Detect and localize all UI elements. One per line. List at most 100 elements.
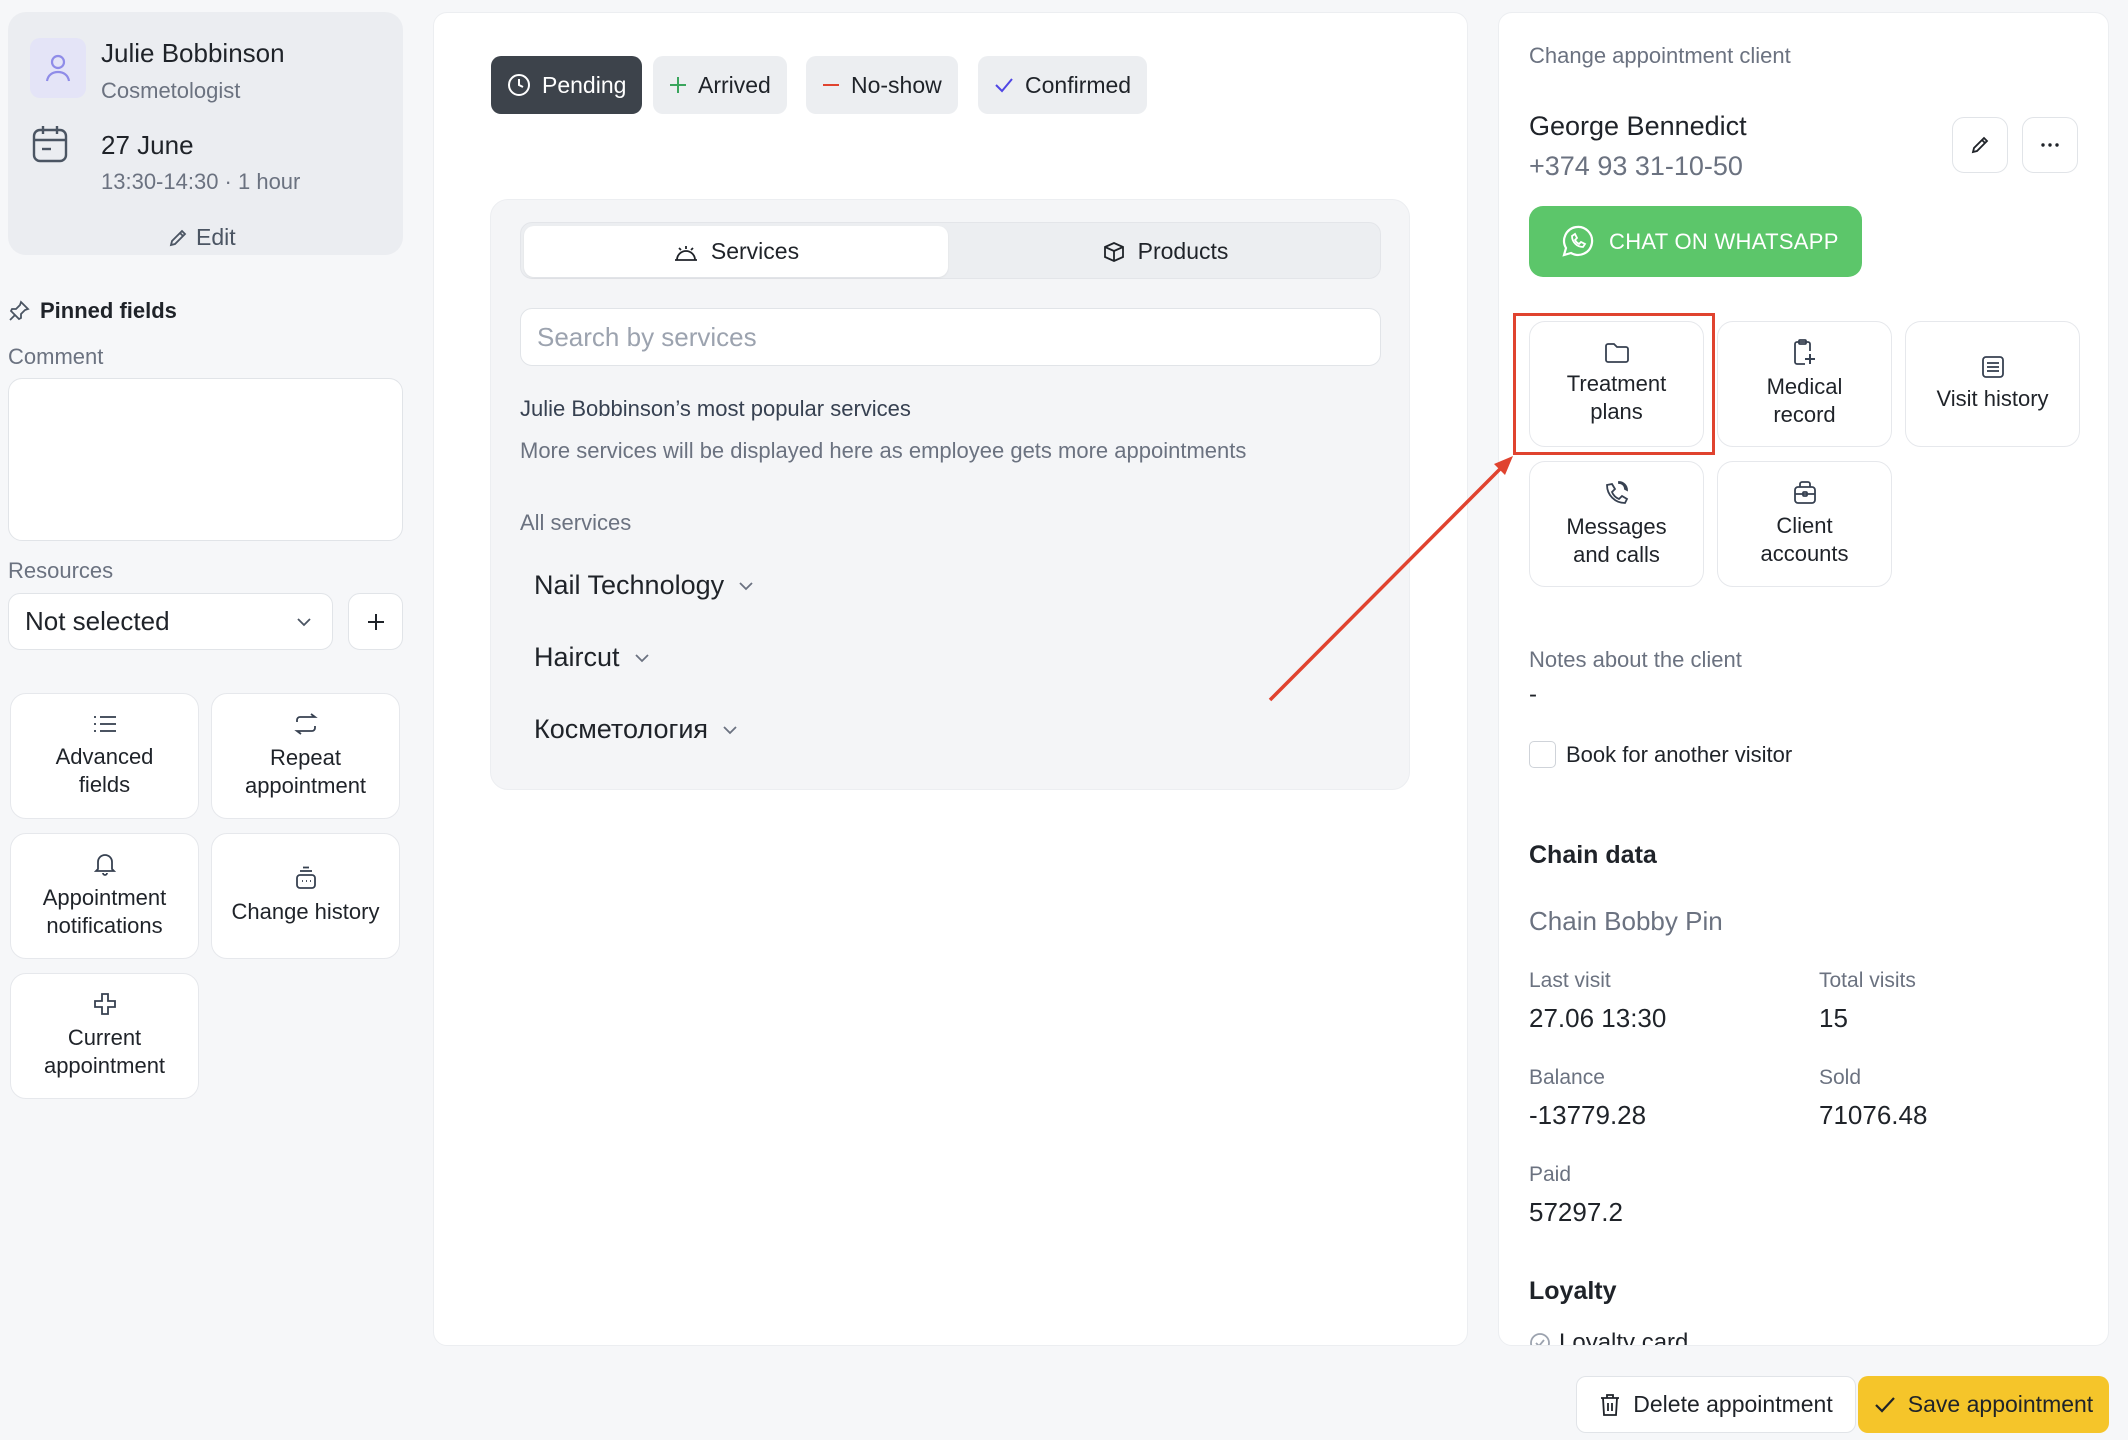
balance-value: -13779.28 xyxy=(1529,1100,1647,1130)
check-icon xyxy=(1874,1396,1896,1414)
book-for-another-visitor-label: Book for another visitor xyxy=(1566,741,1793,767)
notes-about-client-label: Notes about the client xyxy=(1529,647,1742,672)
category-nail-technology[interactable]: Nail Technology xyxy=(534,570,754,601)
calendar-icon xyxy=(31,124,69,164)
pin-icon xyxy=(8,300,30,322)
appointment-date: 27 June xyxy=(101,130,194,160)
tab-services[interactable]: Services xyxy=(524,226,948,277)
loyalty-card-row[interactable]: Loyalty card xyxy=(1529,1329,1689,1346)
trash-icon xyxy=(1599,1393,1621,1417)
status-arrived-label: Arrived xyxy=(698,71,771,98)
visit-history-tile[interactable]: Visit history xyxy=(1905,321,2080,447)
balance-label: Balance xyxy=(1529,1066,1605,1089)
notes-about-client-value: - xyxy=(1529,681,1537,708)
phone-message-icon xyxy=(1603,479,1631,507)
more-options-button[interactable] xyxy=(2022,117,2078,173)
medical-record-icon xyxy=(1792,339,1818,367)
check-circle-icon xyxy=(1529,1332,1551,1345)
reception-bell-icon xyxy=(673,240,699,264)
employee-card: Julie Bobbinson Cosmetologist 27 June 13… xyxy=(8,12,403,255)
visit-history-icon xyxy=(1980,355,2006,379)
tab-products[interactable]: Products xyxy=(953,226,1377,277)
pinned-fields-title: Pinned fields xyxy=(40,298,177,323)
save-appointment-button[interactable]: Save appointment xyxy=(1858,1376,2109,1433)
status-confirmed-label: Confirmed xyxy=(1025,71,1132,98)
resources-label: Resources xyxy=(8,558,114,583)
messages-and-calls-label: Messages and calls xyxy=(1566,514,1667,567)
whatsapp-icon xyxy=(1559,224,1595,260)
loyalty-title: Loyalty xyxy=(1529,1277,1617,1305)
loyalty-card-label: Loyalty card xyxy=(1559,1329,1689,1346)
search-services-input[interactable]: Search by services xyxy=(520,308,1381,366)
clock-icon xyxy=(507,73,531,97)
repeat-icon xyxy=(293,712,319,736)
box-icon xyxy=(1102,240,1126,264)
status-noshow-label: No-show xyxy=(851,71,942,98)
status-pending-button[interactable]: Pending xyxy=(491,56,643,114)
category-haircut[interactable]: Haircut xyxy=(534,642,650,673)
edit-appointment-button[interactable]: Edit xyxy=(168,224,236,251)
save-appointment-label: Save appointment xyxy=(1907,1391,2094,1417)
services-products-tabs: Services Products xyxy=(520,222,1381,279)
repeat-appointment-label: Repeat appointment xyxy=(244,745,367,798)
chevron-down-icon xyxy=(738,581,754,591)
edit-client-button[interactable] xyxy=(1952,117,2008,173)
minus-icon xyxy=(822,76,840,94)
popular-services-title: Julie Bobbinson’s most popular services xyxy=(520,396,911,421)
repeat-appointment-tile[interactable]: Repeat appointment xyxy=(211,693,400,819)
status-noshow-button[interactable]: No-show xyxy=(806,56,958,114)
client-accounts-tile[interactable]: Client accounts xyxy=(1717,461,1892,587)
current-appointment-label: Current appointment xyxy=(43,1025,166,1078)
user-avatar-icon xyxy=(30,38,86,98)
cross-icon xyxy=(93,992,117,1016)
list-icon xyxy=(92,713,118,735)
category-label: Haircut xyxy=(534,642,620,672)
tab-products-label: Products xyxy=(1137,238,1229,264)
sold-value: 71076.48 xyxy=(1819,1100,1928,1130)
add-resource-button[interactable] xyxy=(348,593,403,650)
history-icon xyxy=(294,866,318,890)
last-visit-label: Last visit xyxy=(1529,969,1611,992)
delete-appointment-button[interactable]: Delete appointment xyxy=(1576,1376,1856,1433)
total-visits-label: Total visits xyxy=(1819,969,1916,992)
category-label: Nail Technology xyxy=(534,570,725,600)
book-for-another-visitor-checkbox[interactable] xyxy=(1529,741,1556,768)
services-card xyxy=(490,199,1410,790)
employee-role: Cosmetologist xyxy=(101,78,241,103)
change-client-link[interactable]: Change appointment client xyxy=(1529,43,1791,69)
book-for-another-visitor[interactable]: Book for another visitor xyxy=(1529,741,1792,768)
comment-textarea[interactable] xyxy=(8,378,403,541)
client-accounts-label: Client accounts xyxy=(1760,513,1849,566)
employee-name: Julie Bobbinson xyxy=(101,38,285,68)
last-visit-value: 27.06 13:30 xyxy=(1529,1003,1667,1033)
chevron-down-icon xyxy=(722,725,738,735)
chevron-down-icon xyxy=(296,617,312,627)
check-icon xyxy=(994,77,1014,93)
status-arrived-button[interactable]: Arrived xyxy=(653,56,787,114)
resources-select[interactable]: Not selected xyxy=(8,593,333,650)
messages-and-calls-tile[interactable]: Messages and calls xyxy=(1529,461,1704,587)
all-services-label: All services xyxy=(520,510,632,535)
change-history-tile[interactable]: Change history xyxy=(211,833,400,959)
medical-record-tile[interactable]: Medical record xyxy=(1717,321,1892,447)
chevron-down-icon xyxy=(634,653,650,663)
appointment-notifications-label: Appointment notifications xyxy=(42,885,167,938)
chat-on-whatsapp-button[interactable]: CHAT ON WHATSAPP xyxy=(1529,206,1862,277)
pinned-fields-heading: Pinned fields xyxy=(8,298,177,324)
advanced-fields-tile[interactable]: Advanced fields xyxy=(10,693,199,819)
paid-value: 57297.2 xyxy=(1529,1197,1623,1227)
client-panel: Change appointment client George Bennedi… xyxy=(1498,12,2109,1346)
pencil-icon xyxy=(1970,135,1990,155)
category-cosmetology[interactable]: Косметология xyxy=(534,714,738,745)
appointment-notifications-tile[interactable]: Appointment notifications xyxy=(10,833,199,959)
treatment-plans-highlight-box xyxy=(1513,313,1715,455)
bell-icon xyxy=(93,852,116,876)
category-label: Косметология xyxy=(534,714,709,744)
edit-label: Edit xyxy=(196,224,236,250)
status-pending-label: Pending xyxy=(542,71,627,98)
chain-data-title: Chain data xyxy=(1529,841,1657,869)
client-name: George Bennedict xyxy=(1529,111,1747,141)
current-appointment-tile[interactable]: Current appointment xyxy=(10,973,199,1099)
popular-services-subtitle: More services will be displayed here as … xyxy=(520,438,1247,463)
status-confirmed-button[interactable]: Confirmed xyxy=(978,56,1148,114)
